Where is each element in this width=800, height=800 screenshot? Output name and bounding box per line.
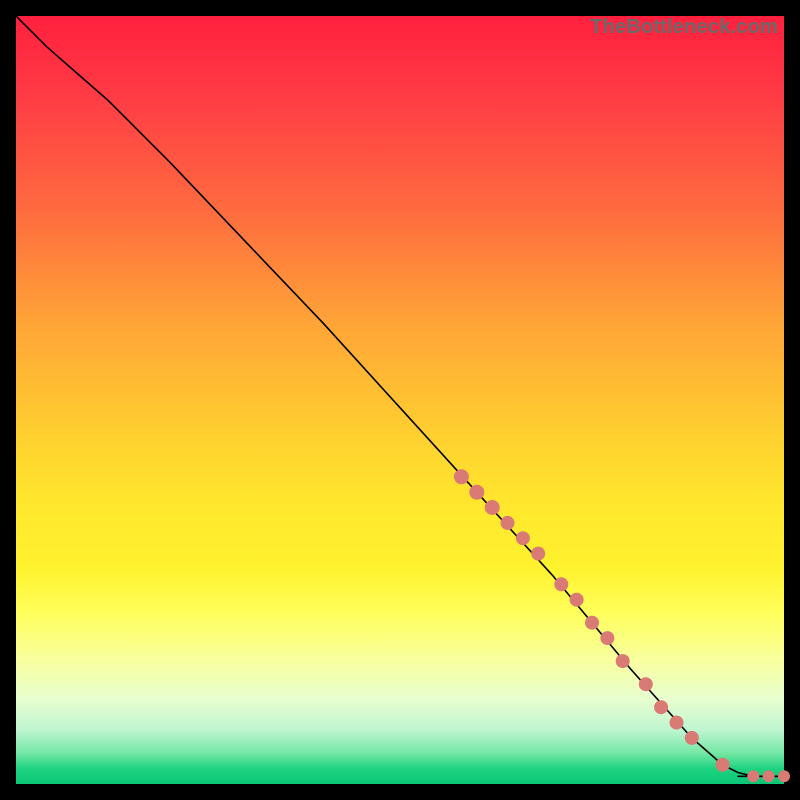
markers-group bbox=[454, 469, 790, 782]
data-marker bbox=[670, 716, 684, 730]
data-marker bbox=[778, 770, 790, 782]
data-marker bbox=[716, 758, 730, 772]
data-marker bbox=[501, 516, 515, 530]
data-marker bbox=[763, 770, 775, 782]
data-marker bbox=[516, 531, 530, 545]
data-marker bbox=[485, 500, 500, 515]
data-marker bbox=[600, 631, 614, 645]
data-marker bbox=[616, 654, 630, 668]
data-marker bbox=[531, 547, 545, 561]
chart-svg bbox=[16, 16, 784, 784]
data-marker bbox=[639, 677, 653, 691]
data-marker bbox=[554, 577, 568, 591]
plot-area: TheBottleneck.com bbox=[16, 16, 784, 784]
data-marker bbox=[654, 700, 668, 714]
chart-frame: TheBottleneck.com bbox=[0, 0, 800, 800]
data-marker bbox=[469, 485, 484, 500]
data-marker bbox=[454, 469, 469, 484]
data-marker bbox=[585, 616, 599, 630]
data-marker bbox=[570, 593, 584, 607]
curve-line bbox=[16, 16, 784, 776]
data-marker bbox=[747, 770, 759, 782]
data-marker bbox=[685, 731, 699, 745]
